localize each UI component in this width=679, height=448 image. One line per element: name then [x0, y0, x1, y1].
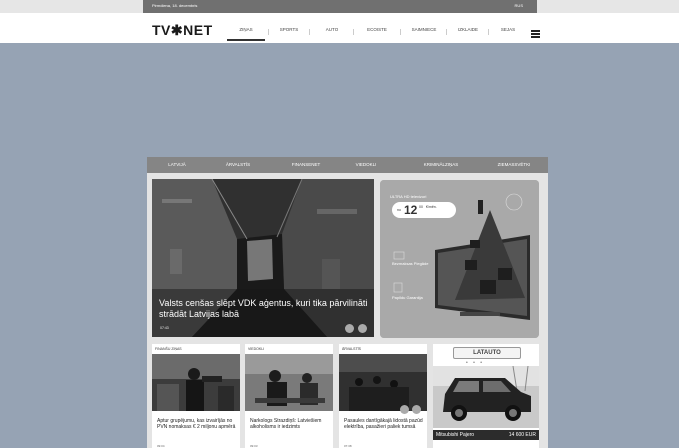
current-date: Pirmdiena, 18. decembris	[152, 3, 198, 8]
menu-icon[interactable]	[531, 30, 540, 39]
nav-item-saimniece[interactable]: SAIMNIECE	[405, 19, 443, 41]
nav-item-auto[interactable]: AUTO	[314, 19, 350, 41]
tv-ad-price-unit: €/mēn.	[426, 205, 437, 209]
comments-icon	[412, 405, 421, 414]
category-bar: LATVIJĀ ĀRVALSTĪS FINANSENET VIEDOKLI KR…	[147, 157, 548, 173]
nav-divider	[309, 29, 310, 35]
tv-ad-delivery: Bezmaksas Piegāde	[392, 261, 429, 266]
tv-ad-price-cents: 00	[419, 205, 423, 209]
nav-item-zinas[interactable]: ZIŅAS	[227, 19, 265, 41]
car-model: Mitsubishi Pajero	[436, 432, 475, 438]
card-image	[152, 354, 240, 411]
tv-ad-warranty: Papildu Garantija	[392, 295, 423, 300]
category-arvalstis[interactable]: ĀRVALSTĪS	[211, 157, 265, 173]
hero-title[interactable]: Valsts cenšas slēpt VDK aģentus, kuri ti…	[159, 298, 371, 320]
car-ad-footer: Mitsubishi Pajero 14 600 EUR	[433, 430, 539, 440]
nav-item-ecoiste[interactable]: ECOISTE	[358, 19, 396, 41]
nav-divider	[353, 29, 354, 35]
article-card[interactable]: VIEDOKLI Narkologs Strazdiņš: Latviešiem…	[245, 344, 333, 448]
card-time: 07:38	[344, 444, 352, 448]
category-latvija[interactable]: LATVIJĀ	[147, 157, 207, 173]
comments-icon	[358, 324, 367, 333]
card-time: 09:03	[250, 444, 258, 448]
camera-icon	[400, 405, 409, 414]
category-kriminalzinas[interactable]: KRIMINĀLZIŅAS	[403, 157, 479, 173]
card-time: 09:04	[157, 444, 165, 448]
tv-advertisement[interactable]: ULTRA HD televizori no 12 00 €/mēn. Bezm…	[380, 180, 539, 338]
category-finansenet[interactable]: FINANSENET	[273, 157, 339, 173]
tv-ad-headline: ULTRA HD televizori	[390, 194, 427, 199]
card-category: VIEDOKLI	[248, 347, 265, 351]
top-strip: Pirmdiena, 18. decembris RUS	[0, 0, 679, 13]
tv-ad-price-prefix: no	[397, 208, 401, 212]
tv-ad-price: 12	[404, 203, 418, 217]
nav-item-izklaide[interactable]: IZKLAIDE	[451, 19, 485, 41]
category-ziemassvetki[interactable]: ZIEMASSVĒTKI	[479, 157, 549, 173]
nav-divider	[446, 29, 447, 35]
car-ad-brand-logo: LATAUTO	[453, 347, 521, 359]
nav-item-sejas[interactable]: SEJAS	[493, 19, 523, 41]
card-title[interactable]: Narkologs Strazdiņš: Latviešiem alkoholi…	[250, 418, 330, 430]
card-title[interactable]: Aptur grupējumu, kas izvairījās no PVN n…	[157, 418, 237, 430]
article-card[interactable]: FINANŠU ZIŅAS Aptur grupējumu, kas izvai…	[152, 344, 240, 448]
hero-time: 07:43	[160, 326, 169, 330]
camera-icon	[345, 324, 354, 333]
tv-ad-price-badge: no 12 00 €/mēn.	[392, 202, 456, 218]
card-category: ĀRVALSTĪS	[342, 347, 361, 351]
car-price: 14 600 EUR	[508, 432, 536, 438]
language-switch[interactable]: RUS	[515, 3, 523, 8]
car-advertisement[interactable]: LATAUTO • • • Mitsubishi Pajero 14 600 E…	[433, 344, 539, 448]
car-ad-image	[433, 366, 539, 428]
nav-divider	[400, 29, 401, 35]
card-image	[339, 354, 427, 411]
category-viedokli[interactable]: VIEDOKLI	[335, 157, 397, 173]
hero-article[interactable]: Valsts cenšas slēpt VDK aģentus, kuri ti…	[152, 179, 374, 337]
card-image	[245, 354, 333, 411]
card-category: FINANŠU ZIŅAS	[155, 347, 182, 351]
nav-item-sports[interactable]: SPORTS	[272, 19, 306, 41]
nav-divider	[488, 29, 489, 35]
site-logo[interactable]: TV✱NET	[152, 22, 213, 39]
card-title[interactable]: Pasaules dantīgākajā lidostā pazūd elekt…	[344, 418, 424, 430]
nav-divider	[268, 29, 269, 35]
article-card[interactable]: ĀRVALSTĪS Pasaules dantīgākajā lidostā p…	[339, 344, 427, 448]
top-info-bar: Pirmdiena, 18. decembris RUS	[143, 0, 537, 13]
